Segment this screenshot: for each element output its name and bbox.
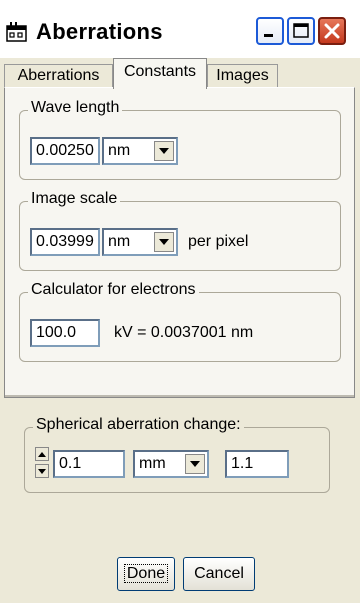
tab-strip: Aberrations Constants Images [0,58,360,89]
tab-images[interactable]: Images [207,64,278,88]
wavelength-unit-value: nm [108,142,131,159]
image-scale-input[interactable]: 0.03999 [30,228,100,256]
spherical-factor-input[interactable]: 1.1 [225,450,289,478]
wavelength-legend: Wave length [28,99,123,117]
wavelength-group: Wave length 0.00250 nm [19,99,341,180]
done-label: Done [123,564,169,583]
calculator-legend: Calculator for electrons [28,281,199,299]
spherical-step-input[interactable]: 0.1 [53,450,125,478]
chevron-down-icon[interactable] [154,232,174,252]
spherical-unit-select[interactable]: mm [133,450,209,478]
window-title: Aberrations [36,19,163,44]
title-bar[interactable]: Aberrations [0,0,360,58]
aberrations-window: Aberrations Aberrations Constants Images… [0,0,360,603]
spin-down-button[interactable] [35,464,49,478]
maximize-icon [293,23,309,38]
spin-up-button[interactable] [35,447,49,461]
wavelength-unit-select[interactable]: nm [102,137,178,165]
tab-aberrations[interactable]: Aberrations [4,64,113,88]
image-scale-legend: Image scale [28,190,121,208]
image-scale-group: Image scale 0.03999 nm per pixel [19,190,341,271]
spherical-aberration-group: Spherical aberration change: 0.1 mm 1.1 [24,416,330,493]
close-button[interactable] [318,17,346,45]
minimize-icon [264,34,273,37]
done-button[interactable]: Done [117,557,175,591]
image-scale-unit-select[interactable]: nm [102,228,178,256]
maximize-button[interactable] [287,17,315,45]
spherical-unit-value: mm [139,455,166,472]
chevron-down-icon[interactable] [154,141,174,161]
spherical-aberration-legend: Spherical aberration change: [33,416,244,434]
image-scale-unit-value: nm [108,233,131,250]
close-icon [324,23,340,39]
wavelength-input[interactable]: 0.00250 [30,137,100,165]
chevron-down-icon[interactable] [185,454,205,474]
per-pixel-label: per pixel [188,233,249,250]
electron-wavelength-result: kV = 0.0037001 nm [114,324,254,341]
app-window-icon [6,22,27,42]
tab-constants[interactable]: Constants [113,58,207,89]
voltage-input[interactable]: 100.0 [30,319,100,347]
calculator-group: Calculator for electrons 100.0 kV = 0.00… [19,281,341,362]
cancel-button[interactable]: Cancel [183,557,255,591]
constants-panel: Wave length 0.00250 nm Image scale 0.039… [4,87,355,398]
minimize-button[interactable] [256,17,284,45]
